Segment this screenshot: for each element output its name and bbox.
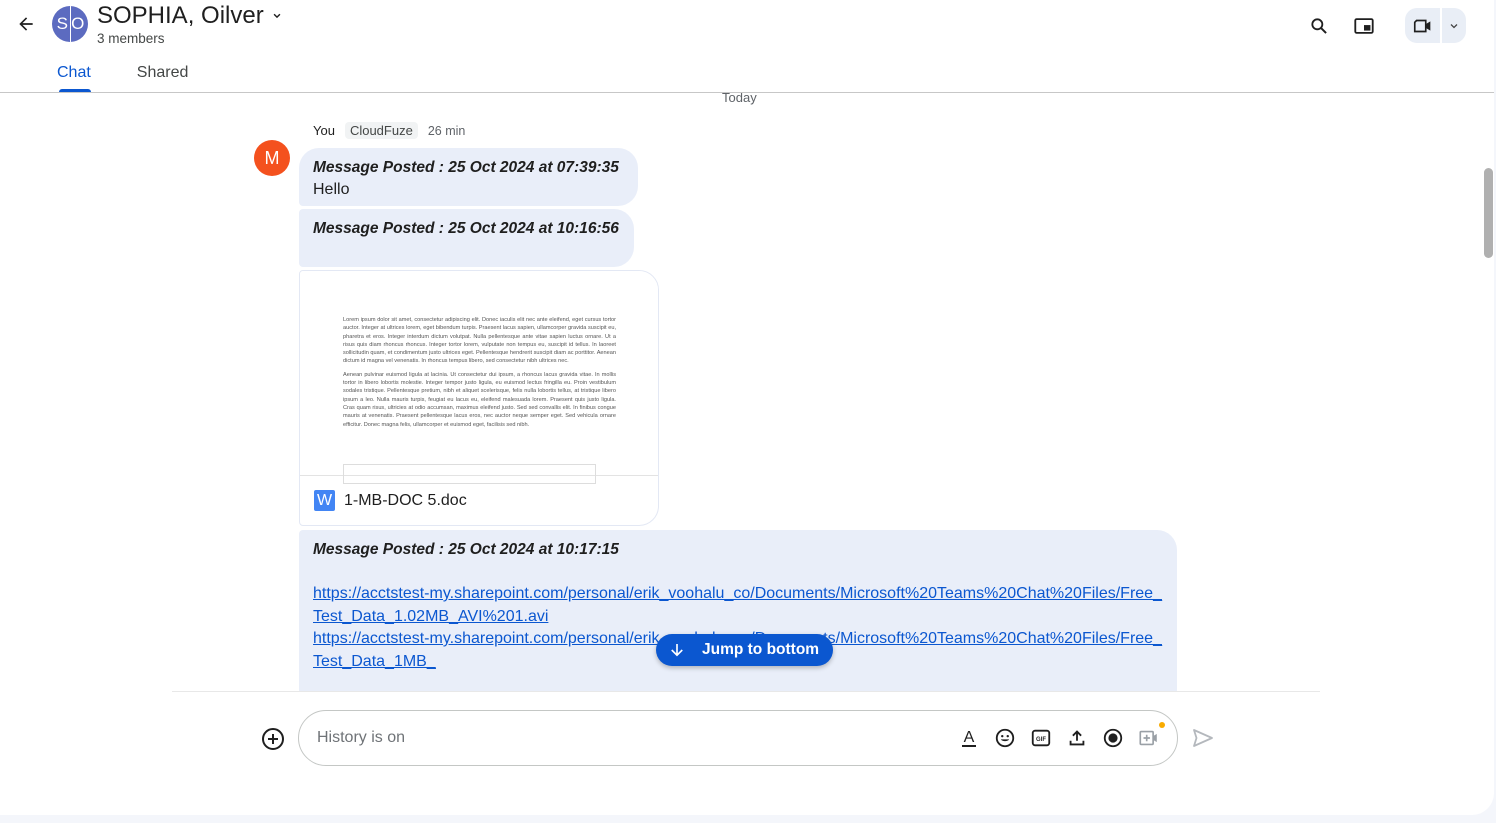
- composer-divider: [172, 691, 1320, 692]
- conversation-title: SOPHIA, Oilver: [97, 2, 264, 29]
- message-composer: A GIF: [298, 710, 1178, 766]
- file-name: 1-MB-DOC 5.doc: [344, 491, 467, 509]
- message-meta: You CloudFuze 26 min: [313, 122, 465, 139]
- composer-tools: A GIF: [957, 722, 1165, 750]
- message-header: Message Posted : 25 Oct 2024 at 10:16:56: [313, 220, 619, 237]
- message-header: Message Posted : 25 Oct 2024 at 07:39:35: [313, 159, 619, 176]
- message-body: Hello: [313, 181, 350, 198]
- message-input[interactable]: [317, 725, 937, 751]
- back-button[interactable]: [12, 10, 40, 38]
- video-call-icon: [1413, 19, 1430, 32]
- file-attachment-card[interactable]: Lorem ipsum dolor sit amet, consectetur …: [299, 270, 659, 526]
- record-icon: [1103, 728, 1123, 748]
- picture-in-picture-icon: [1354, 17, 1374, 34]
- group-avatar: S O: [52, 6, 88, 42]
- message-bubble: Message Posted : 25 Oct 2024 at 10:17:15…: [299, 530, 1177, 691]
- send-icon: [1193, 729, 1213, 747]
- chat-header: S O SOPHIA, Oilver 3 members Chat Shared: [0, 0, 1494, 93]
- message-header: Message Posted : 25 Oct 2024 at 10:17:15: [313, 541, 619, 558]
- svg-text:GIF: GIF: [1036, 737, 1046, 743]
- file-info: W 1-MB-DOC 5.doc: [314, 490, 467, 511]
- tab-shared[interactable]: Shared: [137, 64, 189, 92]
- upload-button[interactable]: [1065, 726, 1089, 750]
- message-time: 26 min: [427, 123, 466, 138]
- preview-paragraph: Aenean pulvinar euismod ligula at lacini…: [343, 371, 616, 428]
- pop-out-button[interactable]: [1347, 9, 1381, 43]
- members-count: 3 members: [97, 31, 165, 46]
- emoji-icon: [995, 728, 1015, 748]
- message-bubble: Message Posted : 25 Oct 2024 at 10:16:56: [299, 209, 634, 267]
- sender-name: You: [313, 123, 335, 138]
- search-button[interactable]: [1302, 9, 1336, 43]
- add-video-meeting-icon: [1139, 730, 1157, 746]
- send-button[interactable]: [1190, 725, 1216, 751]
- document-preview: Lorem ipsum dolor sit amet, consectetur …: [300, 271, 658, 484]
- video-call-group: [1405, 8, 1466, 43]
- add-video-meeting-button[interactable]: [1137, 722, 1165, 750]
- date-divider: Today: [722, 93, 757, 105]
- message-bubble: Message Posted : 25 Oct 2024 at 07:39:35…: [299, 148, 638, 206]
- jump-to-bottom-label: Jump to bottom: [702, 641, 820, 658]
- avatar[interactable]: M: [254, 140, 290, 176]
- gif-button[interactable]: GIF: [1029, 726, 1053, 750]
- chevron-down-icon: [1450, 23, 1458, 28]
- chat-tabs: Chat Shared: [57, 64, 188, 92]
- notification-dot: [1159, 722, 1165, 728]
- conversation-title-area: SOPHIA, Oilver 3 members: [97, 2, 284, 46]
- chevron-down-icon: [270, 9, 284, 23]
- svg-text:A: A: [964, 729, 975, 746]
- document-preview-text: Lorem ipsum dolor sit amet, consectetur …: [343, 316, 616, 434]
- add-content-button[interactable]: [259, 725, 286, 752]
- message-list: Today M You CloudFuze 26 min Message Pos…: [0, 93, 1480, 691]
- org-badge: CloudFuze: [344, 122, 418, 139]
- document-preview-table: [343, 464, 596, 484]
- message-list-scrollbar[interactable]: [1484, 168, 1493, 258]
- record-button[interactable]: [1101, 726, 1125, 750]
- back-arrow-icon: [19, 17, 33, 31]
- emoji-button[interactable]: [993, 726, 1017, 750]
- word-document-icon: W: [314, 490, 335, 511]
- video-options-dropdown[interactable]: [1442, 8, 1466, 43]
- message-link[interactable]: https://acctstest-my.sharepoint.com/pers…: [313, 583, 1163, 628]
- upload-icon: [1069, 730, 1085, 746]
- conversation-title-button[interactable]: SOPHIA, Oilver: [97, 2, 284, 30]
- header-actions: [1291, 8, 1466, 43]
- gif-icon: GIF: [1031, 729, 1051, 747]
- add-circle-icon: [261, 727, 284, 750]
- avatar-initial-1: S: [52, 6, 71, 42]
- tab-chat[interactable]: Chat: [57, 64, 91, 92]
- video-call-button[interactable]: [1405, 8, 1440, 43]
- arrow-down-icon: [671, 644, 683, 657]
- jump-to-bottom-button[interactable]: Jump to bottom: [656, 634, 833, 666]
- avatar-initial-2: O: [71, 14, 85, 33]
- format-text-icon: A: [962, 729, 976, 747]
- search-icon: [1311, 17, 1327, 34]
- format-text-button[interactable]: A: [957, 726, 981, 750]
- chat-window: S O SOPHIA, Oilver 3 members Chat Shared: [0, 0, 1494, 815]
- preview-paragraph: Lorem ipsum dolor sit amet, consectetur …: [343, 317, 616, 365]
